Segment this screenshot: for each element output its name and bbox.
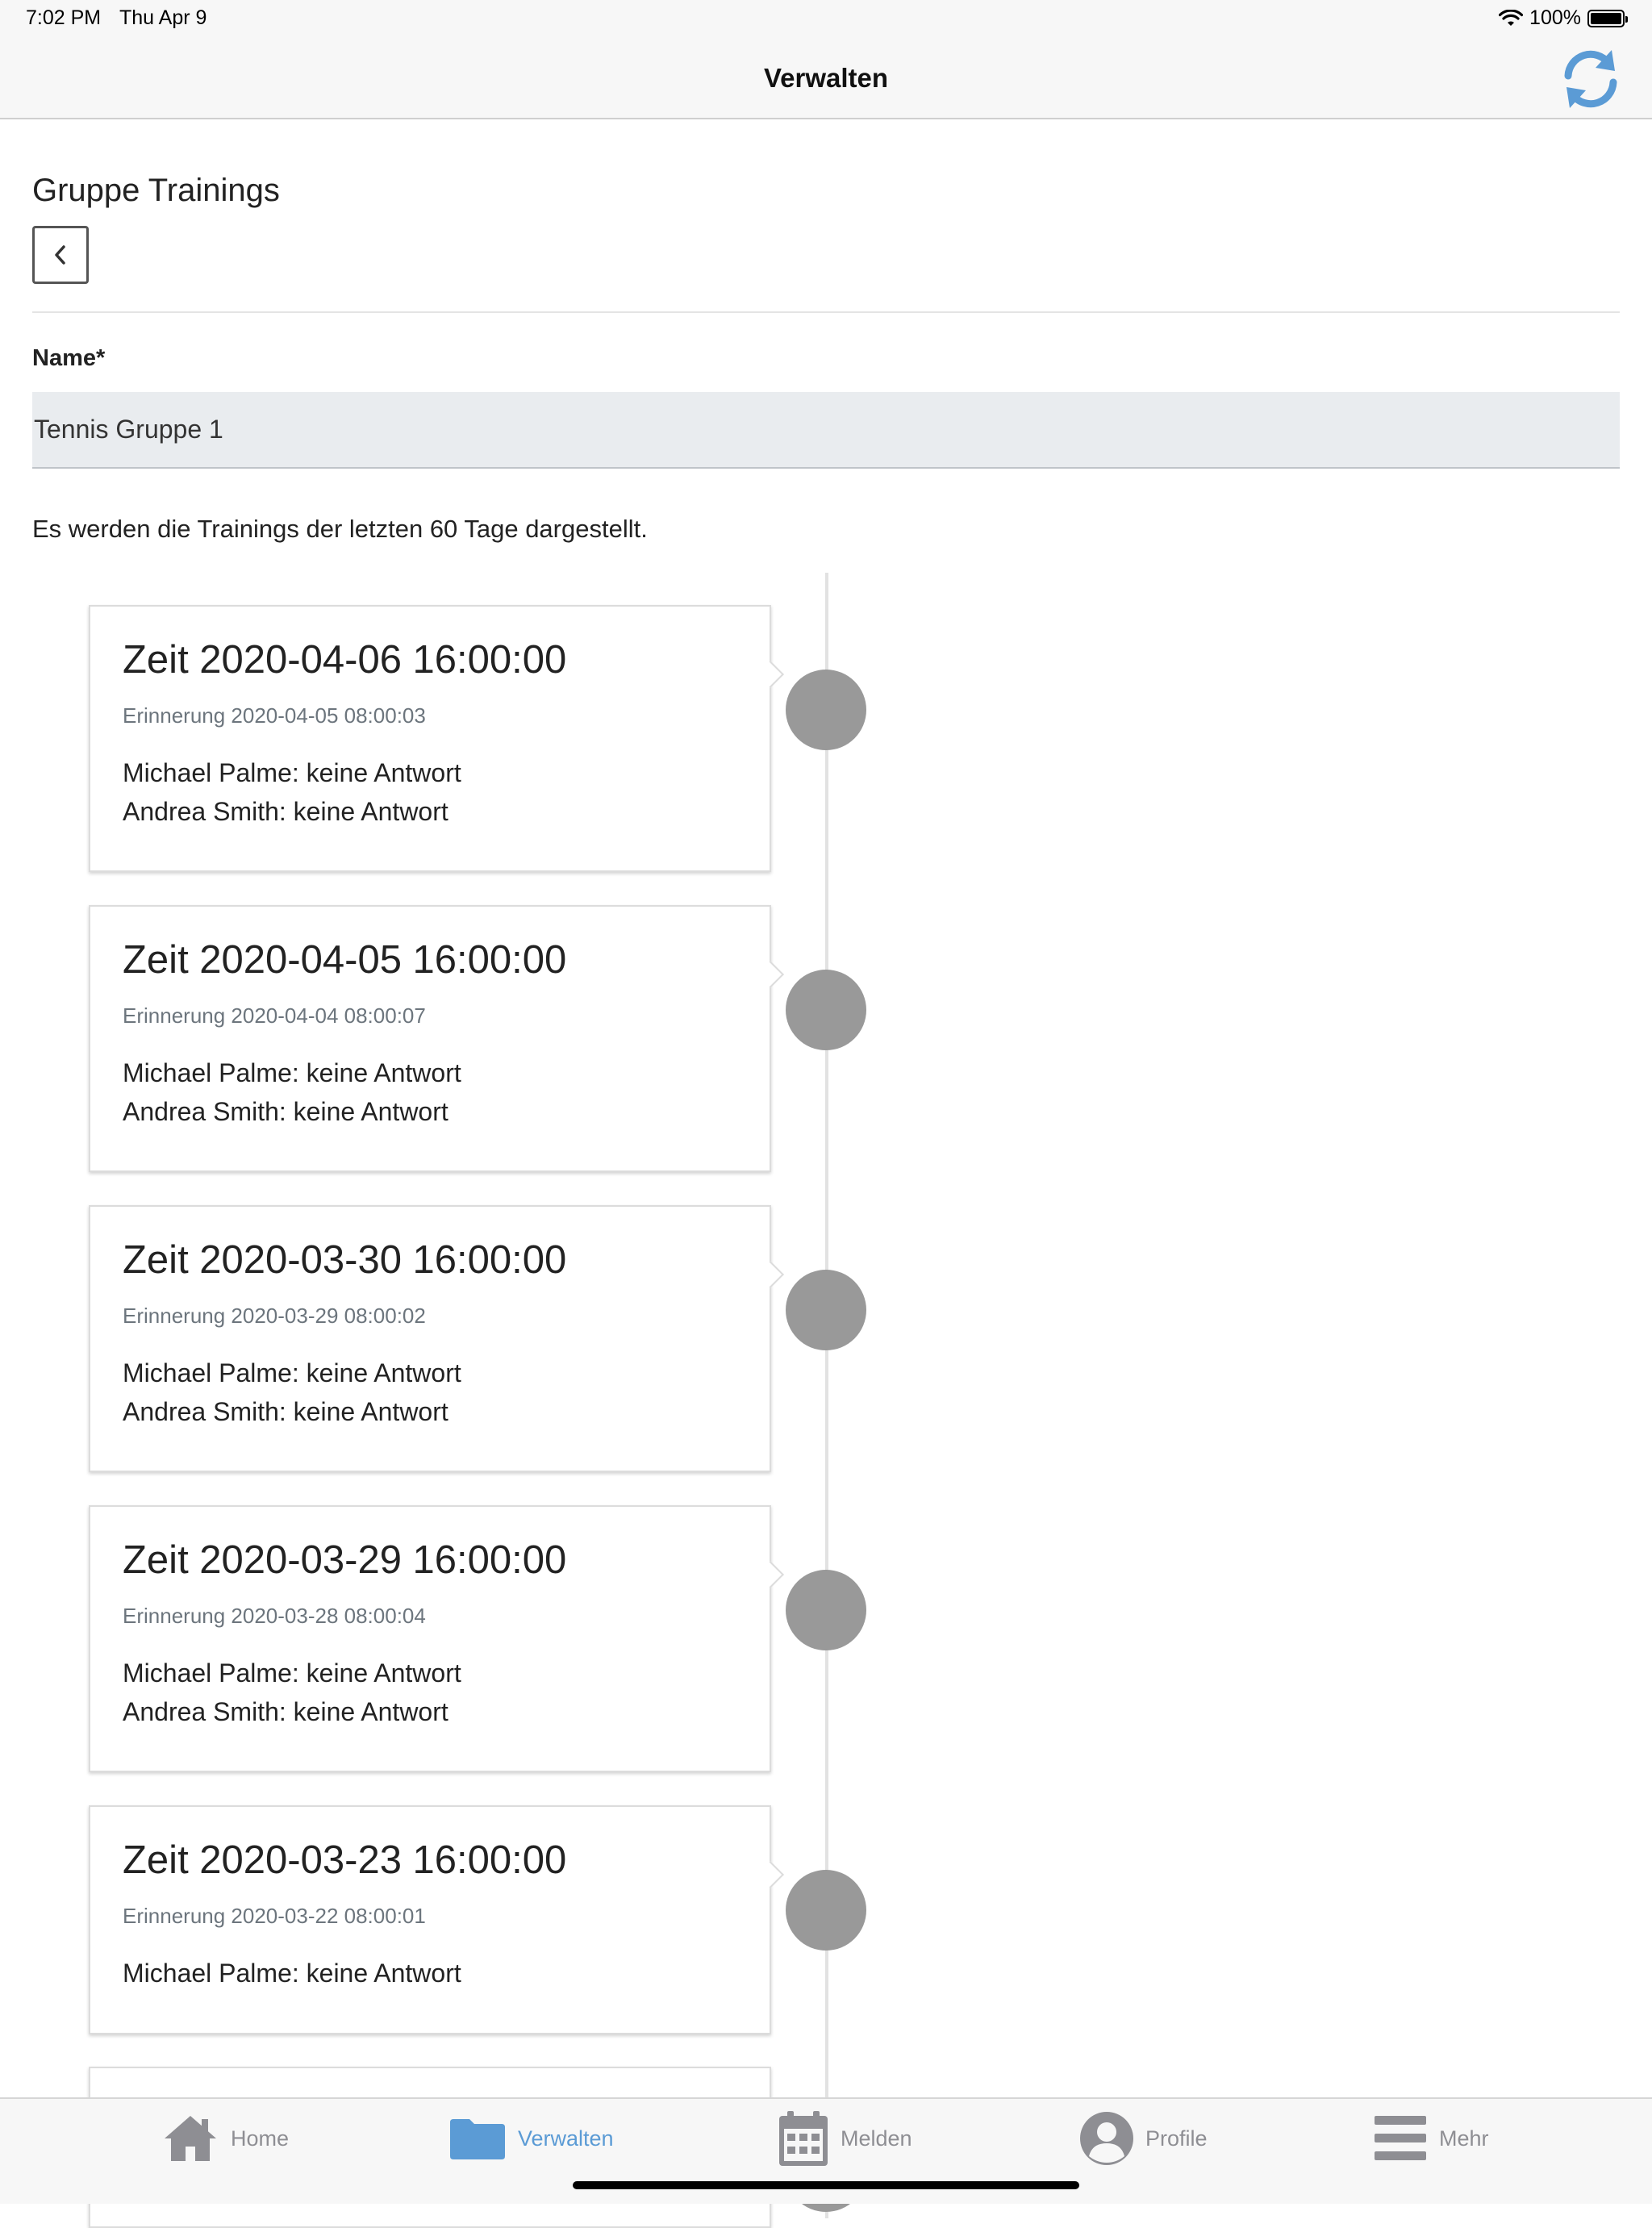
menu-icon bbox=[1375, 2116, 1426, 2160]
status-bar: 7:02 PM Thu Apr 9 100% bbox=[0, 0, 1652, 39]
participant-status: Andrea Smith: keine Antwort bbox=[123, 797, 448, 826]
refresh-icon bbox=[1564, 50, 1617, 108]
training-reminder: Erinnerung 2020-03-28 08:00:04 bbox=[123, 1604, 426, 1628]
training-card[interactable]: Zeit 2020-04-06 16:00:00 Erinnerung 2020… bbox=[89, 605, 771, 872]
training-reminder: Erinnerung 2020-04-05 08:00:03 bbox=[123, 703, 426, 728]
folder-icon bbox=[450, 2119, 505, 2159]
training-card[interactable]: Zeit 2020-04-05 16:00:00 Erinnerung 2020… bbox=[89, 905, 771, 1172]
participant-status: Andrea Smith: keine Antwort bbox=[123, 1097, 448, 1126]
timeline-dot bbox=[786, 1270, 866, 1350]
timeline-dot bbox=[786, 970, 866, 1050]
training-time: Zeit 2020-04-05 16:00:00 bbox=[123, 938, 567, 982]
tab-melden[interactable]: Melden bbox=[778, 2110, 912, 2167]
calendar-icon bbox=[779, 2111, 828, 2166]
status-time: 7:02 PM bbox=[26, 6, 102, 29]
participant-status: Michael Palme: keine Antwort bbox=[123, 1058, 461, 1087]
tab-profile[interactable]: Profile bbox=[1079, 2110, 1208, 2167]
tab-verwalten-label: Verwalten bbox=[518, 2126, 614, 2151]
info-text: Es werden die Trainings der letzten 60 T… bbox=[32, 515, 648, 543]
chevron-left-icon bbox=[55, 245, 65, 265]
training-card[interactable]: Zeit 2020-03-30 16:00:00 Erinnerung 2020… bbox=[89, 1205, 771, 1472]
tab-verwalten[interactable]: Verwalten bbox=[448, 2110, 614, 2167]
refresh-button[interactable] bbox=[1558, 47, 1623, 111]
training-reminder: Erinnerung 2020-03-29 08:00:02 bbox=[123, 1304, 426, 1328]
page-title: Gruppe Trainings bbox=[32, 173, 280, 208]
back-button[interactable] bbox=[32, 226, 89, 284]
training-time: Zeit 2020-03-30 16:00:00 bbox=[123, 1238, 567, 1282]
participant-status: Michael Palme: keine Antwort bbox=[123, 1358, 461, 1387]
navigation-bar: Verwalten bbox=[0, 39, 1652, 119]
training-time: Zeit 2020-03-23 16:00:00 bbox=[123, 1838, 567, 1882]
participant-status: Michael Palme: keine Antwort bbox=[123, 758, 461, 787]
training-reminder: Erinnerung 2020-04-04 08:00:07 bbox=[123, 1003, 426, 1028]
battery-percent: 100% bbox=[1529, 6, 1581, 29]
battery-icon bbox=[1587, 9, 1628, 27]
training-card[interactable]: Zeit 2020-03-23 16:00:00 Erinnerung 2020… bbox=[89, 1805, 771, 2034]
tab-mehr-label: Mehr bbox=[1439, 2126, 1489, 2151]
tab-melden-label: Melden bbox=[841, 2126, 912, 2151]
tab-profile-label: Profile bbox=[1145, 2126, 1208, 2151]
participant-status: Andrea Smith: keine Antwort bbox=[123, 1397, 448, 1426]
tab-home[interactable]: Home bbox=[161, 2110, 289, 2167]
training-card[interactable]: Zeit 2020-03-29 16:00:00 Erinnerung 2020… bbox=[89, 1505, 771, 1772]
training-reminder: Erinnerung 2020-03-22 08:00:01 bbox=[123, 1904, 426, 1928]
training-time: Zeit 2020-03-29 16:00:00 bbox=[123, 1538, 567, 1582]
tab-mehr[interactable]: Mehr bbox=[1373, 2110, 1489, 2167]
tab-home-label: Home bbox=[231, 2126, 290, 2151]
timeline-dot bbox=[786, 1570, 866, 1650]
home-icon bbox=[165, 2116, 216, 2161]
status-date: Thu Apr 9 bbox=[119, 6, 207, 29]
nav-title: Verwalten bbox=[763, 63, 889, 93]
divider bbox=[32, 311, 1620, 313]
user-icon bbox=[1080, 2112, 1133, 2165]
name-field[interactable] bbox=[32, 392, 1620, 469]
home-indicator[interactable] bbox=[573, 2181, 1079, 2189]
participant-status: Michael Palme: keine Antwort bbox=[123, 1959, 461, 1988]
timeline-dot bbox=[786, 670, 866, 750]
training-time: Zeit 2020-04-06 16:00:00 bbox=[123, 638, 567, 682]
participant-status: Michael Palme: keine Antwort bbox=[123, 1658, 461, 1688]
participant-status: Andrea Smith: keine Antwort bbox=[123, 1697, 448, 1726]
timeline-line bbox=[825, 573, 828, 2218]
name-label: Name* bbox=[32, 345, 106, 371]
timeline-dot bbox=[786, 1870, 866, 1951]
status-indicators: 100% bbox=[1499, 6, 1628, 30]
wifi-icon bbox=[1499, 9, 1524, 26]
